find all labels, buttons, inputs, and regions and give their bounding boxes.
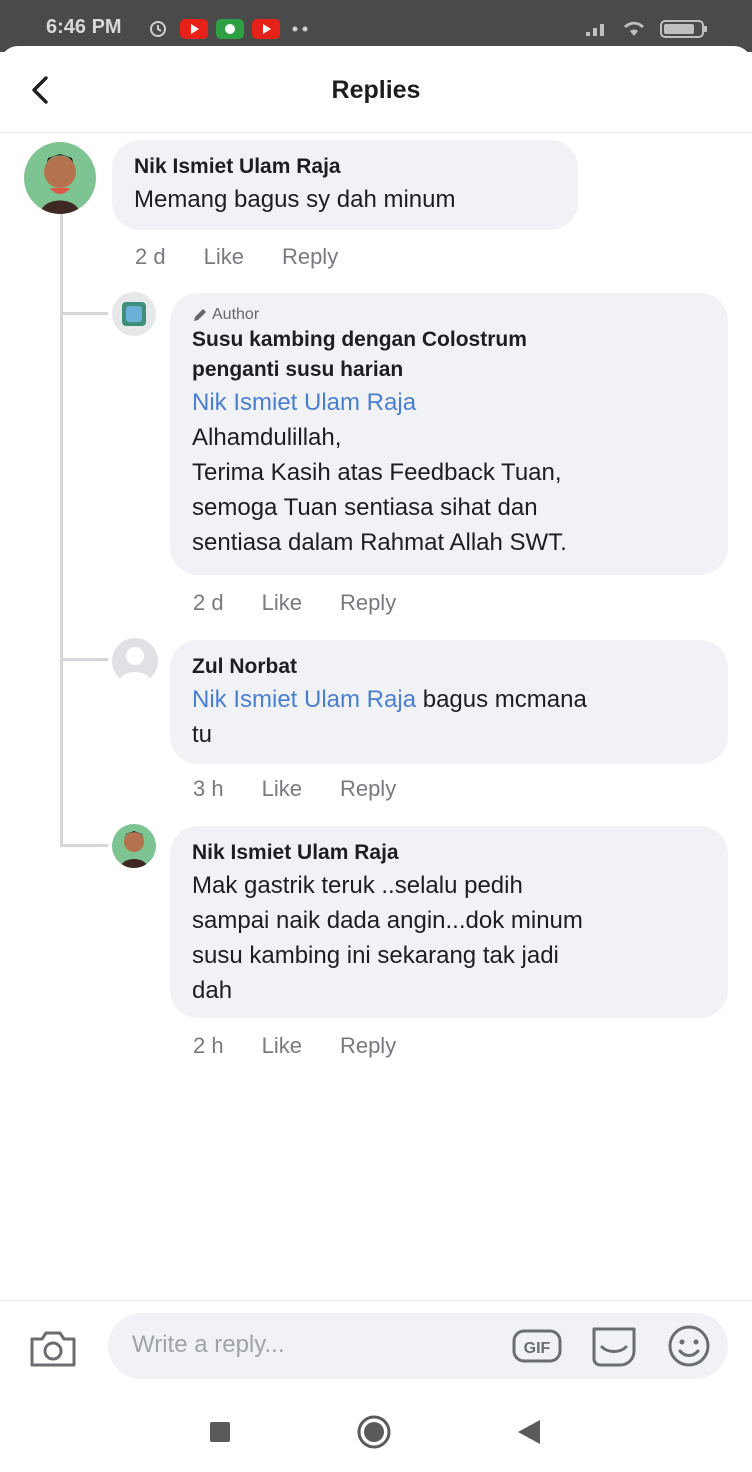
page-title: Replies bbox=[331, 76, 421, 104]
reply-button[interactable]: Reply bbox=[282, 244, 338, 270]
like-button[interactable]: Like bbox=[262, 1033, 302, 1059]
signal-icon bbox=[586, 24, 604, 36]
more-notifications-icon bbox=[292, 26, 308, 32]
comment-time: 2 d bbox=[135, 244, 166, 269]
emoji-icon[interactable] bbox=[666, 1323, 712, 1369]
pencil-icon bbox=[194, 309, 206, 321]
comment-bubble: Nik Ismiet Ulam Raja Mak gastrik teruk .… bbox=[170, 826, 728, 1018]
home-icon[interactable] bbox=[356, 1414, 392, 1450]
like-button[interactable]: Like bbox=[262, 590, 302, 616]
back-nav-icon[interactable] bbox=[516, 1418, 542, 1446]
comment-text-line: dah bbox=[192, 977, 233, 1004]
alarm-icon bbox=[150, 21, 166, 37]
mention-link[interactable]: Nik Ismiet Ulam Raja bbox=[192, 385, 708, 420]
reply-input[interactable]: Write a reply... GIF bbox=[108, 1313, 728, 1379]
comment-text-line: susu kambing ini sekarang tak jadi bbox=[192, 942, 559, 969]
status-time: 6:46 PM bbox=[46, 16, 122, 38]
comment-text: bagus mcmana bbox=[422, 686, 587, 713]
battery-icon bbox=[660, 20, 707, 38]
comment-time: 2 d bbox=[193, 590, 224, 615]
comment-actions: 2 h Like Reply bbox=[193, 1033, 434, 1059]
system-nav-bar bbox=[0, 1390, 752, 1472]
comment-text-line: sentiasa dalam Rahmat Allah SWT. bbox=[192, 529, 567, 556]
reply-button[interactable]: Reply bbox=[340, 590, 396, 616]
comment-text: Memang bagus sy dah minum bbox=[134, 186, 456, 213]
comment-time: 3 h bbox=[193, 776, 224, 801]
wifi-icon bbox=[624, 21, 644, 36]
author-badge: Author bbox=[192, 305, 708, 325]
comment-author[interactable]: Nik Ismiet Ulam Raja bbox=[134, 152, 558, 182]
like-button[interactable]: Like bbox=[262, 776, 302, 802]
comment-author[interactable]: Susu kambing dengan Colostrum penganti s… bbox=[192, 325, 708, 385]
comment-actions: 3 h Like Reply bbox=[193, 776, 434, 802]
comment-author-line: penganti susu harian bbox=[192, 358, 404, 381]
youtube-notification-icon bbox=[180, 19, 208, 39]
recent-apps-icon[interactable] bbox=[208, 1420, 232, 1444]
thread-branch bbox=[60, 844, 108, 847]
camera-icon[interactable] bbox=[28, 1327, 78, 1369]
status-bar: 6:46 PM bbox=[0, 0, 752, 52]
author-badge-label: Author bbox=[212, 306, 260, 323]
comment-bubble: Nik Ismiet Ulam Raja Memang bagus sy dah… bbox=[112, 140, 578, 230]
comment-text-line: Alhamdulillah, bbox=[192, 424, 342, 451]
page-avatar[interactable] bbox=[112, 292, 156, 336]
mention-link[interactable]: Nik Ismiet Ulam Raja bbox=[192, 686, 416, 713]
avatar[interactable] bbox=[112, 824, 156, 868]
comment-text-line: tu bbox=[192, 721, 213, 748]
comment-text-line: semoga Tuan sentiasa sihat dan bbox=[192, 494, 538, 521]
comment-author-line: Susu kambing dengan Colostrum bbox=[192, 328, 527, 351]
reply-button[interactable]: Reply bbox=[340, 1033, 396, 1059]
comment-bubble: Author Susu kambing dengan Colostrum pen… bbox=[170, 293, 728, 575]
comment-text-line: Mak gastrik teruk ..selalu pedih bbox=[192, 872, 523, 899]
comment-text-line: sampai naik dada angin...dok minum bbox=[192, 907, 583, 934]
reply-input-placeholder: Write a reply... bbox=[132, 1331, 285, 1358]
like-button[interactable]: Like bbox=[204, 244, 244, 270]
gif-label: GIF bbox=[524, 1340, 551, 1357]
comment-actions: 2 d Like Reply bbox=[135, 244, 376, 270]
comment-actions: 2 d Like Reply bbox=[193, 590, 434, 616]
youtube-notification-icon bbox=[252, 19, 280, 39]
thread-line bbox=[60, 214, 63, 846]
comment-bubble: Zul Norbat Nik Ismiet Ulam Raja bagus mc… bbox=[170, 640, 728, 764]
comment-author[interactable]: Nik Ismiet Ulam Raja bbox=[192, 838, 708, 868]
messenger-notification-icon bbox=[216, 19, 244, 39]
comment-text-line: Terima Kasih atas Feedback Tuan, bbox=[192, 459, 562, 486]
default-avatar[interactable] bbox=[112, 638, 158, 684]
comment-time: 2 h bbox=[193, 1033, 224, 1058]
thread-branch bbox=[60, 658, 108, 661]
sticker-icon[interactable] bbox=[588, 1323, 640, 1369]
reply-button[interactable]: Reply bbox=[340, 776, 396, 802]
avatar[interactable] bbox=[24, 142, 96, 214]
header: Replies bbox=[0, 46, 752, 133]
reply-composer: Write a reply... GIF bbox=[0, 1300, 752, 1391]
thread-branch bbox=[60, 312, 108, 315]
gif-icon[interactable]: GIF bbox=[512, 1327, 562, 1365]
comment-author[interactable]: Zul Norbat bbox=[192, 652, 708, 682]
